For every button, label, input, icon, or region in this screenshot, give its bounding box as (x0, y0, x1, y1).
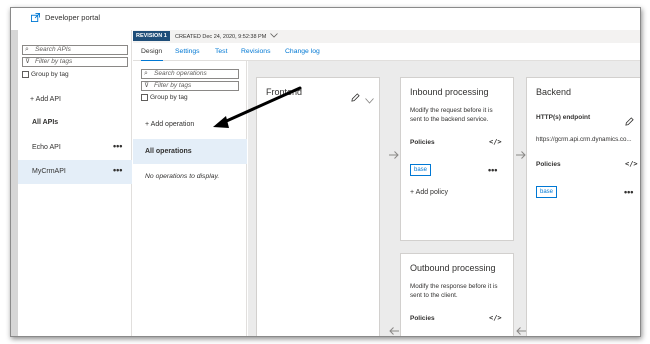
tab-design[interactable]: Design (141, 48, 162, 55)
outbound-description-line2: sent to the client. (410, 292, 458, 299)
filter-tags-placeholder: Filter by tags (35, 58, 73, 65)
inbound-description-line2: sent to the backend service. (410, 116, 489, 123)
filter-tags-input[interactable]: ⊽ Filter by tags (22, 57, 128, 67)
developer-portal-label: Developer portal (45, 13, 101, 22)
backend-endpoint-url: https://gcrm.api.crm.dynamics.co... (536, 136, 632, 143)
developer-portal-link[interactable]: Developer portal (31, 13, 100, 22)
operations-group-by-tag-checkbox[interactable]: Group by tag (141, 94, 188, 101)
arrow-right-icon (516, 151, 526, 162)
backend-title: Backend (536, 87, 572, 97)
external-link-icon (31, 13, 40, 22)
inbound-base-policy[interactable]: base (410, 164, 432, 176)
inbound-base-menu-button[interactable]: ••• (488, 165, 497, 175)
api-item-mycrmapi[interactable]: MyCrmAPI ••• (18, 160, 132, 184)
frontend-card: Frontend (256, 77, 380, 336)
add-api-button[interactable]: + Add API (30, 96, 61, 103)
no-operations-message: No operations to display. (145, 173, 220, 180)
revision-created-label: CREATED Dec 24, 2020, 9:52:38 PM (175, 34, 267, 40)
revision-bar: REVISION 1 CREATED Dec 24, 2020, 9:52:38… (133, 30, 640, 43)
api-item-menu-button[interactable]: ••• (113, 141, 122, 151)
backend-card: Backend HTTP(s) endpoint https://gcrm.ap… (526, 77, 640, 336)
design-canvas: Frontend Inbound processing Modify the r… (248, 61, 640, 336)
inbound-title: Inbound processing (410, 87, 489, 97)
outbound-processing-card: Outbound processing Modify the response … (400, 253, 514, 336)
api-tabs: Design Settings Test Revisions Change lo… (133, 45, 640, 62)
tab-settings[interactable]: Settings (175, 48, 200, 55)
filter-icon: ⊽ (25, 58, 31, 65)
code-icon[interactable]: </> (625, 160, 638, 168)
checkbox-box (22, 71, 29, 78)
revision-created-text[interactable]: CREATED Dec 24, 2020, 9:52:38 PM (175, 33, 278, 40)
search-operations-input[interactable]: ⌕ Search operations (141, 69, 239, 79)
filter-icon: ⊽ (144, 82, 150, 89)
inbound-policies-label: Policies (410, 139, 435, 146)
outbound-title: Outbound processing (410, 263, 496, 273)
outbound-policies-label: Policies (410, 315, 435, 322)
api-item-menu-button[interactable]: ••• (113, 165, 122, 175)
api-item-echo[interactable]: Echo API ••• (18, 136, 132, 160)
chevron-down-icon[interactable] (365, 91, 374, 109)
http-endpoint-label: HTTP(s) endpoint (536, 114, 591, 121)
group-by-tag-label: Group by tag (150, 94, 188, 101)
checkbox-box (141, 94, 148, 101)
api-list-panel: ⌕ Search APIs ⊽ Filter by tags Group by … (18, 30, 132, 336)
arrow-left-icon (389, 327, 399, 336)
inbound-description-line1: Modify the request before it is (410, 107, 493, 114)
chevron-down-icon (268, 33, 278, 40)
search-apis-placeholder: Search APIs (35, 46, 71, 53)
revision-badge[interactable]: REVISION 1 (133, 31, 170, 41)
frontend-title: Frontend (266, 87, 303, 97)
filter-operations-input[interactable]: ⊽ Filter by tags (141, 81, 239, 91)
search-operations-placeholder: Search operations (154, 70, 207, 77)
left-nav-strip (11, 30, 18, 336)
inbound-processing-card: Inbound processing Modify the request be… (400, 77, 514, 241)
backend-base-menu-button[interactable]: ••• (624, 187, 633, 197)
edit-pencil-icon[interactable] (351, 89, 360, 107)
api-item-name: Echo API (32, 144, 61, 151)
all-operations-label: All operations (145, 148, 192, 155)
search-apis-input[interactable]: ⌕ Search APIs (22, 45, 128, 55)
search-icon: ⌕ (25, 46, 29, 53)
code-icon[interactable]: </> (489, 138, 502, 146)
top-bar: Developer portal (11, 8, 640, 30)
outbound-description-line1: Modify the response before it is (410, 283, 498, 290)
search-icon: ⌕ (144, 70, 148, 77)
all-apis-heading: All APIs (32, 119, 59, 126)
arrow-left-icon (516, 327, 526, 336)
tab-test[interactable]: Test (215, 48, 227, 55)
add-policy-button[interactable]: + Add policy (410, 189, 448, 196)
operations-panel: ⌕ Search operations ⊽ Filter by tags Gro… (133, 61, 247, 336)
screenshot-frame: Developer portal ⌕ Search APIs ⊽ Filter … (10, 7, 641, 337)
all-operations-item[interactable]: All operations (133, 139, 247, 164)
backend-policies-label: Policies (536, 161, 561, 168)
code-icon[interactable]: </> (489, 314, 502, 322)
edit-pencil-icon[interactable] (625, 113, 634, 131)
backend-base-policy[interactable]: base (536, 186, 558, 198)
arrow-right-icon (389, 151, 399, 162)
tab-revisions[interactable]: Revisions (241, 48, 270, 55)
add-operation-button[interactable]: + Add operation (145, 121, 194, 128)
filter-operations-placeholder: Filter by tags (154, 82, 192, 89)
group-by-tag-checkbox[interactable]: Group by tag (22, 71, 69, 78)
group-by-tag-label: Group by tag (31, 71, 69, 78)
tab-change-log[interactable]: Change log (285, 48, 320, 55)
api-item-name: MyCrmAPI (32, 168, 66, 175)
